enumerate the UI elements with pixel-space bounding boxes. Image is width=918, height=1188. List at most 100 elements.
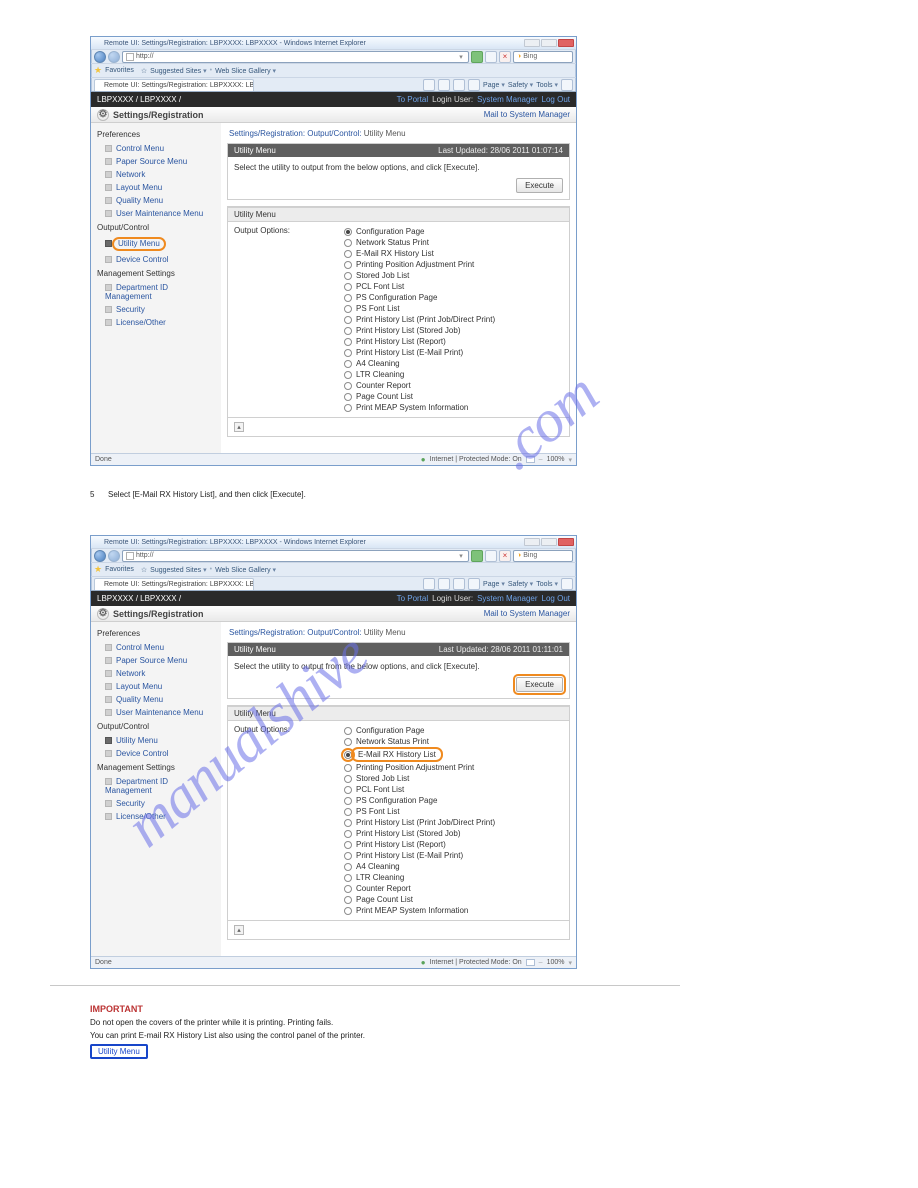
mail-link[interactable]: Mail to System Manager xyxy=(484,609,570,618)
sidebar-item-layout[interactable]: Layout Menu xyxy=(91,680,221,693)
radio-icon[interactable] xyxy=(344,819,352,827)
output-option[interactable]: Network Status Print xyxy=(344,237,495,248)
maximize-button[interactable] xyxy=(541,538,557,546)
close-button[interactable] xyxy=(558,39,574,47)
zoom-out-icon[interactable]: – xyxy=(539,456,543,463)
back-button[interactable] xyxy=(94,550,106,562)
sidebar-item-license[interactable]: License/Other xyxy=(91,810,221,823)
output-option[interactable]: Print History List (Stored Job) xyxy=(344,828,495,839)
radio-icon[interactable] xyxy=(344,907,352,915)
help-button[interactable] xyxy=(561,578,573,590)
mail-link[interactable]: Mail to System Manager xyxy=(484,110,570,119)
radio-icon[interactable] xyxy=(344,239,352,247)
sidebar-item-user-maint[interactable]: User Maintenance Menu xyxy=(91,207,221,220)
output-option[interactable]: Page Count List xyxy=(344,894,495,905)
sidebar-item-user-maint[interactable]: User Maintenance Menu xyxy=(91,706,221,719)
radio-icon[interactable] xyxy=(344,261,352,269)
output-option[interactable]: PS Configuration Page xyxy=(344,292,495,303)
mail-button[interactable] xyxy=(453,79,465,91)
radio-icon[interactable] xyxy=(344,393,352,401)
radio-icon[interactable] xyxy=(344,764,352,772)
sidebar-item-security[interactable]: Security xyxy=(91,303,221,316)
output-option[interactable]: Print History List (Print Job/Direct Pri… xyxy=(344,314,495,325)
to-portal-link[interactable]: To Portal xyxy=(397,594,429,603)
radio-icon[interactable] xyxy=(344,786,352,794)
sidebar-item-dept-id[interactable]: Department ID Management xyxy=(91,281,221,303)
crumb-2[interactable]: Output/Control: xyxy=(307,628,361,637)
output-option[interactable]: PS Font List xyxy=(344,303,495,314)
radio-icon[interactable] xyxy=(344,738,352,746)
suggested-sites-link[interactable]: Suggested Sites xyxy=(150,67,206,75)
page-menu[interactable]: Page xyxy=(483,580,505,588)
crumb-1[interactable]: Settings/Registration: xyxy=(229,628,305,637)
stop-button[interactable]: × xyxy=(499,51,511,63)
favorites-star-icon[interactable]: ★ xyxy=(94,564,102,575)
print-button[interactable] xyxy=(468,79,480,91)
page-menu[interactable]: Page xyxy=(483,81,505,89)
output-option[interactable]: PCL Font List xyxy=(344,784,495,795)
sidebar-item-quality[interactable]: Quality Menu xyxy=(91,194,221,207)
execute-button[interactable]: Execute xyxy=(516,178,563,193)
sidebar-item-utility[interactable]: Utility Menu xyxy=(91,235,221,253)
radio-icon[interactable] xyxy=(344,228,352,236)
output-option[interactable]: A4 Cleaning xyxy=(344,358,495,369)
favorites-label[interactable]: Favorites xyxy=(105,566,134,573)
suggested-sites-link[interactable]: Suggested Sites xyxy=(150,566,206,574)
output-option[interactable]: E-Mail RX History List xyxy=(344,248,495,259)
url-dropdown-icon[interactable]: ▾ xyxy=(457,552,465,560)
output-option[interactable]: Printing Position Adjustment Print xyxy=(344,762,495,773)
radio-icon[interactable] xyxy=(344,338,352,346)
sidebar-item-device-ctrl[interactable]: Device Control xyxy=(91,253,221,266)
minimize-button[interactable] xyxy=(524,538,540,546)
forward-button[interactable] xyxy=(108,51,120,63)
refresh-button[interactable] xyxy=(485,550,497,562)
browser-tab[interactable]: Remote UI: Settings/Registration: LBPXXX… xyxy=(94,79,254,91)
tools-menu[interactable]: Tools xyxy=(536,580,558,588)
radio-icon[interactable] xyxy=(344,874,352,882)
browser-tab[interactable]: Remote UI: Settings/Registration: LBPXXX… xyxy=(94,578,254,590)
output-option[interactable]: Print History List (Stored Job) xyxy=(344,325,495,336)
feeds-button[interactable] xyxy=(438,79,450,91)
crumb-1[interactable]: Settings/Registration: xyxy=(229,129,305,138)
feeds-button[interactable] xyxy=(438,578,450,590)
radio-icon[interactable] xyxy=(344,382,352,390)
radio-icon[interactable] xyxy=(344,404,352,412)
output-option[interactable]: PS Font List xyxy=(344,806,495,817)
maximize-button[interactable] xyxy=(541,39,557,47)
output-option[interactable]: Print History List (Report) xyxy=(344,839,495,850)
web-slice-link[interactable]: Web Slice Gallery xyxy=(215,67,276,75)
output-option[interactable]: Configuration Page xyxy=(344,226,495,237)
sidebar-item-network[interactable]: Network xyxy=(91,667,221,680)
output-option[interactable]: Page Count List xyxy=(344,391,495,402)
crumb-2[interactable]: Output/Control: xyxy=(307,129,361,138)
to-portal-link[interactable]: To Portal xyxy=(397,95,429,104)
radio-icon[interactable] xyxy=(344,797,352,805)
radio-icon[interactable] xyxy=(344,841,352,849)
close-button[interactable] xyxy=(558,538,574,546)
logout-link[interactable]: Log Out xyxy=(542,594,570,603)
output-option[interactable]: LTR Cleaning xyxy=(344,872,495,883)
output-option[interactable]: Stored Job List xyxy=(344,773,495,784)
output-option[interactable]: Print History List (Print Job/Direct Pri… xyxy=(344,817,495,828)
output-option[interactable]: Counter Report xyxy=(344,380,495,391)
radio-icon[interactable] xyxy=(344,327,352,335)
radio-icon[interactable] xyxy=(344,316,352,324)
help-button[interactable] xyxy=(561,79,573,91)
mail-button[interactable] xyxy=(453,578,465,590)
refresh-button[interactable] xyxy=(485,51,497,63)
radio-icon[interactable] xyxy=(344,283,352,291)
sidebar-item-network[interactable]: Network xyxy=(91,168,221,181)
utility-link-box[interactable]: Utility Menu xyxy=(90,1044,148,1059)
zoom-out-icon[interactable]: – xyxy=(539,959,543,966)
radio-icon[interactable] xyxy=(344,863,352,871)
zoom-dd-icon[interactable]: ▾ xyxy=(568,456,572,464)
stop-button[interactable]: × xyxy=(499,550,511,562)
radio-icon[interactable] xyxy=(344,272,352,280)
output-option[interactable]: PS Configuration Page xyxy=(344,795,495,806)
output-option[interactable]: Print MEAP System Information xyxy=(344,402,495,413)
logout-link[interactable]: Log Out xyxy=(542,95,570,104)
sidebar-item-quality[interactable]: Quality Menu xyxy=(91,693,221,706)
radio-icon[interactable] xyxy=(344,250,352,258)
radio-icon[interactable] xyxy=(344,727,352,735)
output-option[interactable]: Stored Job List xyxy=(344,270,495,281)
